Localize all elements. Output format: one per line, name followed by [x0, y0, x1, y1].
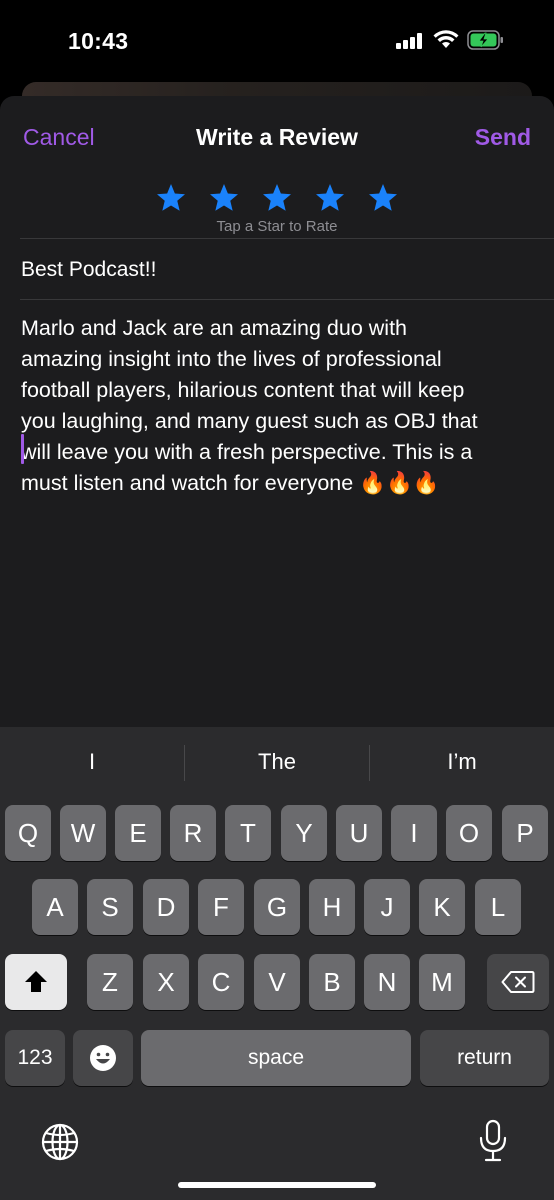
- text-cursor: [21, 434, 24, 464]
- status-bar: 10:43: [0, 0, 554, 84]
- space-key[interactable]: space: [141, 1030, 411, 1086]
- key-i[interactable]: I: [391, 805, 437, 861]
- key-t[interactable]: T: [225, 805, 271, 861]
- status-time: 10:43: [68, 28, 129, 54]
- cellular-signal-icon: [396, 33, 426, 49]
- wifi-icon: [433, 30, 459, 48]
- key-h[interactable]: H: [309, 879, 355, 935]
- key-q[interactable]: Q: [5, 805, 51, 861]
- key-s[interactable]: S: [87, 879, 133, 935]
- key-m[interactable]: M: [419, 954, 465, 1010]
- divider: [20, 299, 554, 300]
- key-z[interactable]: Z: [87, 954, 133, 1010]
- review-body-line: will leave you with a fresh perspective.…: [21, 440, 473, 464]
- key-b[interactable]: B: [309, 954, 355, 1010]
- key-v[interactable]: V: [254, 954, 300, 1010]
- key-p[interactable]: P: [502, 805, 548, 861]
- suggestion-item[interactable]: I’m: [370, 749, 554, 775]
- emoji-key[interactable]: [73, 1030, 133, 1086]
- key-k[interactable]: K: [419, 879, 465, 935]
- star-icon[interactable]: [314, 182, 346, 214]
- key-n[interactable]: N: [364, 954, 410, 1010]
- battery-charging-icon: [467, 30, 503, 50]
- key-w[interactable]: W: [60, 805, 106, 861]
- review-title-field[interactable]: Best Podcast!!: [21, 258, 156, 282]
- return-key[interactable]: return: [420, 1030, 549, 1086]
- key-y[interactable]: Y: [281, 805, 327, 861]
- review-body-line: football players, hilarious content that…: [21, 378, 465, 402]
- key-j[interactable]: J: [364, 879, 410, 935]
- key-e[interactable]: E: [115, 805, 161, 861]
- key-c[interactable]: C: [198, 954, 244, 1010]
- review-body-line: Marlo and Jack are an amazing duo with: [21, 316, 408, 340]
- review-body-field[interactable]: Marlo and Jack are an amazing duo with a…: [21, 313, 541, 499]
- suggestion-item[interactable]: The: [185, 749, 369, 775]
- suggestion-item[interactable]: I: [0, 749, 184, 775]
- shift-arrow-icon: [25, 971, 47, 992]
- keyboard: I The I’m Q W E R T Y U I O P A S D F G …: [0, 727, 554, 1200]
- page-title: Write a Review: [196, 124, 358, 150]
- key-l[interactable]: L: [475, 879, 521, 935]
- globe-icon[interactable]: [40, 1122, 80, 1162]
- star-icon[interactable]: [367, 182, 399, 214]
- star-rating: [155, 182, 399, 214]
- send-button[interactable]: Send: [475, 124, 531, 151]
- backspace-icon: [501, 971, 535, 993]
- emoji-icon: [90, 1045, 116, 1071]
- numbers-key[interactable]: 123: [5, 1030, 65, 1086]
- key-o[interactable]: O: [446, 805, 492, 861]
- suggestion-bar: I The I’m: [0, 727, 554, 799]
- key-r[interactable]: R: [170, 805, 216, 861]
- key-u[interactable]: U: [336, 805, 382, 861]
- key-d[interactable]: D: [143, 879, 189, 935]
- review-body-line: must listen and watch for everyone 🔥🔥🔥: [21, 471, 440, 495]
- delete-key[interactable]: [487, 954, 549, 1010]
- star-icon[interactable]: [261, 182, 293, 214]
- key-x[interactable]: X: [143, 954, 189, 1010]
- key-a[interactable]: A: [32, 879, 78, 935]
- review-body-line: you laughing, and many guest such as OBJ…: [21, 409, 478, 433]
- key-g[interactable]: G: [254, 879, 300, 935]
- divider: [20, 238, 554, 239]
- microphone-icon[interactable]: [478, 1119, 508, 1163]
- shift-key[interactable]: [5, 954, 67, 1010]
- nav-bar: Cancel Write a Review Send: [0, 96, 554, 176]
- home-indicator[interactable]: [178, 1182, 376, 1188]
- review-body-line: amazing insight into the lives of profes…: [21, 347, 442, 371]
- star-icon[interactable]: [155, 182, 187, 214]
- rating-hint: Tap a Star to Rate: [216, 218, 338, 235]
- key-f[interactable]: F: [198, 879, 244, 935]
- star-icon[interactable]: [208, 182, 240, 214]
